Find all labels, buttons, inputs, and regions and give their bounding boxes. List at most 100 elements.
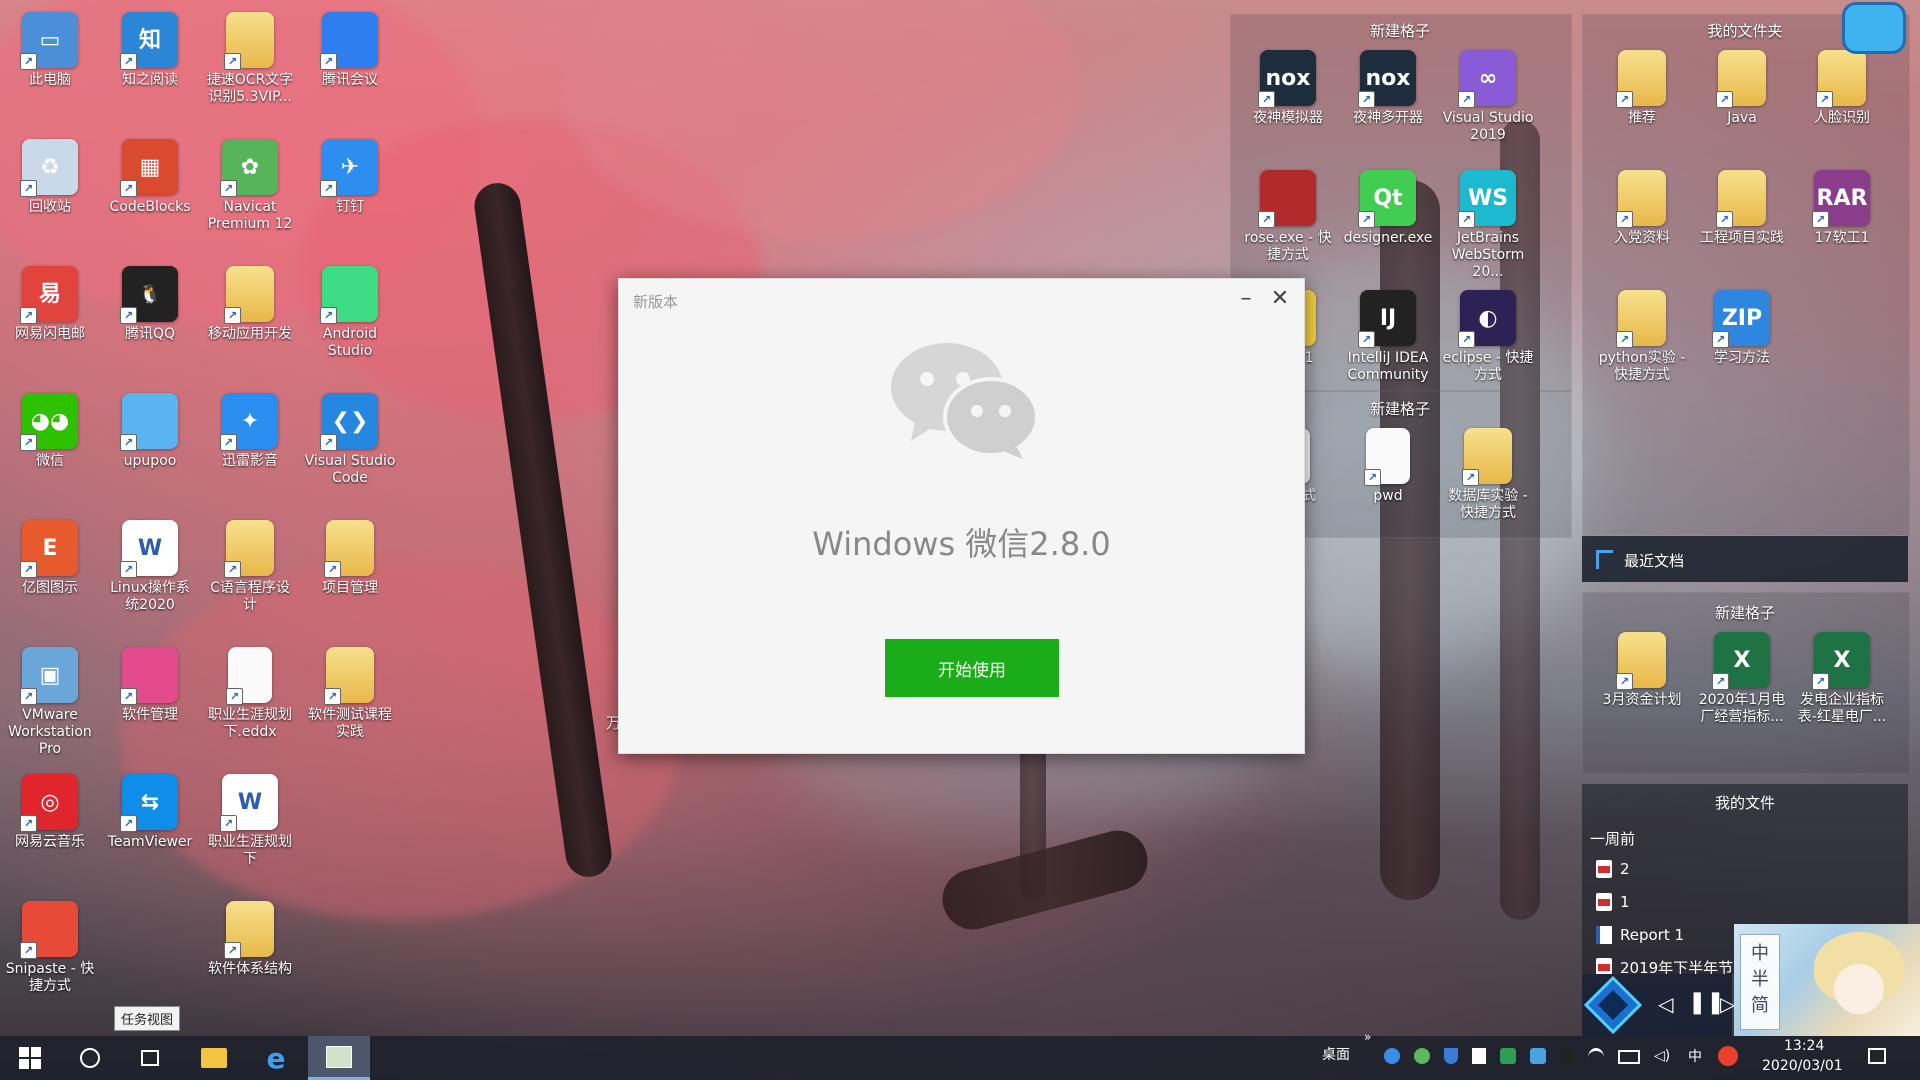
clock-date[interactable]: 2020/03/01 <box>1762 1058 1843 1074</box>
desktop-icon[interactable]: ✦ ↗ 迅雷影音 <box>202 387 298 491</box>
pdf-icon <box>1596 958 1612 974</box>
desktop-icon[interactable]: ZIP ↗ 学习方法 <box>1694 284 1790 388</box>
minimize-button[interactable]: – <box>1231 285 1261 315</box>
desktop-toolbar-label[interactable]: 桌面 <box>1322 1044 1350 1064</box>
tray-app-icon[interactable] <box>1500 1048 1516 1064</box>
desktop-icon[interactable]: ↗ 软件测试课程实践 <box>302 641 398 745</box>
my-file-row[interactable]: 2 <box>1596 858 1630 880</box>
desktop-icon[interactable]: ↗ rose.exe - 快捷方式 <box>1240 164 1336 268</box>
cortana-button[interactable] <box>62 1036 118 1080</box>
desktop-icon[interactable]: ▭ ↗ 此电脑 <box>2 6 98 110</box>
desktop-icon[interactable]: ❮❯ ↗ Visual Studio Code <box>302 387 398 491</box>
desktop-icon[interactable]: ⇆ ↗ TeamViewer <box>102 768 198 872</box>
desktop-icon[interactable]: ◎ ↗ 网易云音乐 <box>2 768 98 872</box>
edge-button[interactable]: e <box>248 1036 304 1080</box>
desktop-icon[interactable]: X ↗ 发电企业指标表-红星电厂... <box>1794 626 1890 730</box>
desktop-icon[interactable]: ↗ 软件管理 <box>102 641 198 745</box>
desktop-icon[interactable]: E ↗ 亿图图示 <box>2 514 98 618</box>
desktop-icon-label: 软件体系结构 <box>208 961 292 977</box>
desktop-icon[interactable]: ♻ ↗ 回收站 <box>2 133 98 237</box>
desktop-icon[interactable]: ↗ Java <box>1694 44 1790 148</box>
shortcut-arrow-icon: ↗ <box>224 942 241 959</box>
desktop-icon[interactable]: ✈ ↗ 钉钉 <box>302 133 398 237</box>
ime-status-box[interactable]: 中 半 简 <box>1740 934 1780 1030</box>
previous-track-icon[interactable]: ◁ <box>1658 992 1673 1016</box>
desktop-icon[interactable]: 🐧 ↗ 腾讯QQ <box>102 260 198 364</box>
desktop-icon[interactable]: RAR ↗ 17软工1 <box>1794 164 1890 268</box>
desktop-icon[interactable]: ↗ 腾讯会议 <box>302 6 398 110</box>
desktop-icon[interactable]: ✿ ↗ Navicat Premium 12 <box>202 133 298 237</box>
wifi-icon[interactable] <box>1588 1048 1604 1067</box>
desktop-icon[interactable]: ↗ python实验 - 快捷方式 <box>1594 284 1690 388</box>
shortcut-arrow-icon: ↗ <box>120 180 137 197</box>
desktop-icon[interactable]: X ↗ 2020年1月电厂经营指标... <box>1694 626 1790 730</box>
desktop-icon[interactable]: WS ↗ JetBrains WebStorm 20... <box>1440 164 1536 280</box>
shield-icon[interactable] <box>1444 1048 1458 1064</box>
my-file-row[interactable]: 1 <box>1596 891 1630 913</box>
volume-icon[interactable]: ◁) <box>1654 1048 1670 1067</box>
start-using-button[interactable]: 开始使用 <box>885 639 1059 697</box>
desktop-icon[interactable]: ↗ 工程项目实践 <box>1694 164 1790 268</box>
desktop-icon[interactable]: ↗ 3月资金计划 <box>1594 626 1690 730</box>
shortcut-arrow-icon: ↗ <box>20 53 37 70</box>
desktop-icon[interactable]: W ↗ 职业生涯规划下 <box>202 768 298 872</box>
desktop-icon[interactable]: nox ↗ 夜神多开器 <box>1340 44 1436 148</box>
desktop-icon[interactable]: ↗ 捷速OCR文字识别5.3VIP... <box>202 6 298 110</box>
cat-avatar-icon[interactable] <box>1842 2 1906 54</box>
desktop-icon[interactable]: Qt ↗ designer.exe <box>1340 164 1436 268</box>
tray-app-icon[interactable] <box>1414 1048 1430 1064</box>
shortcut-arrow-icon: ↗ <box>1712 673 1729 690</box>
ime-indicator[interactable]: 中 <box>1688 1046 1702 1066</box>
battery-icon[interactable] <box>1618 1050 1640 1064</box>
desktop-icon[interactable]: ↗ 职业生涯规划下.eddx <box>202 641 298 745</box>
shortcut-arrow-icon: ↗ <box>1458 91 1475 108</box>
action-center-icon[interactable] <box>1868 1048 1886 1064</box>
desktop-icon[interactable]: ◐ ↗ eclipse - 快捷方式 <box>1440 284 1536 388</box>
desktop-icon-label: IntelliJ IDEA Community <box>1347 350 1429 383</box>
recent-docs-header[interactable]: 最近文档 <box>1582 536 1908 582</box>
wechat-update-dialog: 新版本 – ✕ Windows 微信2.8.0 开始使用 <box>618 278 1305 754</box>
desktop-icon[interactable]: 易 ↗ 网易闪电邮 <box>2 260 98 364</box>
sogou-icon[interactable] <box>1718 1046 1738 1066</box>
tray-app-icon[interactable] <box>1472 1048 1486 1064</box>
desktop-icon-label: 2020年1月电厂经营指标... <box>1698 692 1786 725</box>
toolbar-expand-icon[interactable]: » <box>1364 1030 1371 1044</box>
desktop-icon[interactable]: ↗ Android Studio <box>302 260 398 364</box>
desktop-icon[interactable]: ▦ ↗ CodeBlocks <box>102 133 198 237</box>
desktop-icon[interactable]: ↗ 人脸识别 <box>1794 44 1890 148</box>
desktop-icon[interactable]: ↗ 数据库实验 - 快捷方式 <box>1440 422 1536 526</box>
desktop-icon[interactable]: ↗ 移动应用开发 <box>202 260 298 364</box>
desktop-icon[interactable]: IJ ↗ IntelliJ IDEA Community <box>1340 284 1436 388</box>
desktop-icon[interactable]: ↗ upupoo <box>102 387 198 491</box>
tray-app-icon[interactable] <box>1384 1048 1400 1064</box>
task-view-button[interactable] <box>122 1036 178 1080</box>
tray-app-icon[interactable] <box>1530 1048 1546 1064</box>
desktop-icon[interactable]: ↗ Snipaste - 快捷方式 <box>2 895 98 999</box>
desktop-icon[interactable]: ↗ 推荐 <box>1594 44 1690 148</box>
desktop-icon[interactable]: ↗ 项目管理 <box>302 514 398 618</box>
desktop-icon[interactable]: ▣ ↗ VMware Workstation Pro <box>2 641 98 757</box>
desktop-icon-label: designer.exe <box>1343 230 1433 246</box>
desktop-icon-label: 亿图图示 <box>22 580 78 596</box>
desktop-icon-label: 3月资金计划 <box>1602 692 1682 708</box>
desktop-icon[interactable]: W ↗ Linux操作系统2020 <box>102 514 198 618</box>
desktop-icon[interactable]: ↗ C语言程序设计 <box>202 514 298 618</box>
task-view-tooltip: 任务视图 <box>114 1006 181 1031</box>
file-explorer-button[interactable] <box>186 1036 242 1080</box>
qq-tray-icon[interactable] <box>1560 1048 1574 1064</box>
desktop-icon[interactable]: nox ↗ 夜神模拟器 <box>1240 44 1336 148</box>
active-app-button[interactable] <box>308 1036 370 1080</box>
start-button[interactable] <box>2 1036 58 1080</box>
desktop-icon[interactable]: ↗ 软件体系结构 <box>202 895 298 999</box>
my-file-row[interactable]: Report 1 <box>1596 924 1684 946</box>
desktop-icon[interactable]: ∞ ↗ Visual Studio 2019 <box>1440 44 1536 148</box>
desktop-icon[interactable]: 知 ↗ 知之阅读 <box>102 6 198 110</box>
my-file-row[interactable]: 2019年下半年节 <box>1596 956 1733 974</box>
desktop-icon[interactable]: ◕◕ ↗ 微信 <box>2 387 98 491</box>
desktop-icon[interactable]: ↗ 入党资料 <box>1594 164 1690 268</box>
shortcut-arrow-icon: ↗ <box>1712 331 1729 348</box>
clock-time[interactable]: 13:24 <box>1784 1038 1824 1054</box>
my-file-label: 1 <box>1620 893 1630 911</box>
close-button[interactable]: ✕ <box>1265 285 1295 315</box>
desktop-icon[interactable]: ↗ pwd <box>1340 422 1436 526</box>
